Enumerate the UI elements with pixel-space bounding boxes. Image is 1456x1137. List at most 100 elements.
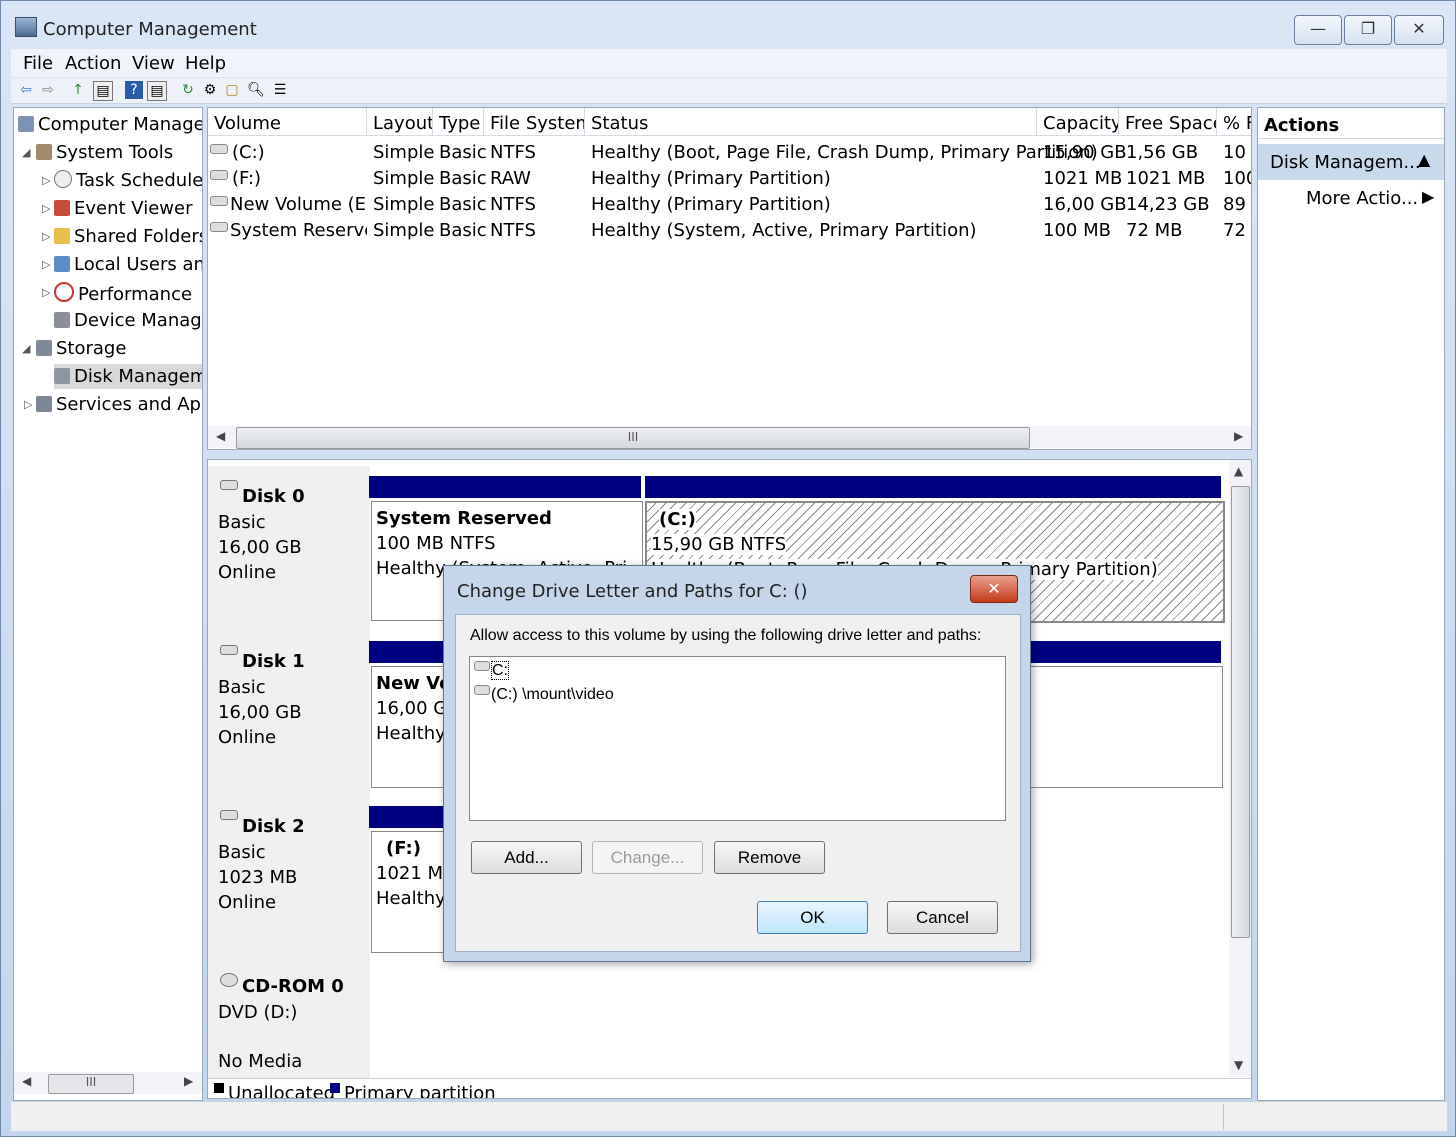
scroll-right-icon[interactable]: ▶ bbox=[1234, 429, 1243, 443]
column-header-volume[interactable]: Volume bbox=[208, 108, 367, 136]
menu-file[interactable]: File bbox=[23, 53, 53, 74]
collapsed-arrow-icon[interactable]: ▷ bbox=[42, 202, 50, 215]
tree-item-services[interactable]: Services and Appli bbox=[36, 394, 202, 415]
ok-button[interactable]: OK bbox=[757, 901, 868, 934]
forward-icon[interactable]: ⇨ bbox=[39, 81, 57, 99]
column-header-file-system[interactable]: File System bbox=[484, 108, 585, 136]
actions-section-disk-management[interactable]: Disk Managem... ▲ bbox=[1258, 144, 1444, 180]
list-item-c[interactable]: C: bbox=[474, 661, 509, 680]
maximize-button[interactable]: ❐ bbox=[1344, 15, 1392, 45]
scroll-right-icon[interactable]: ▶ bbox=[184, 1074, 193, 1088]
disk-management-icon bbox=[54, 368, 70, 384]
menu-view[interactable]: View bbox=[132, 53, 175, 74]
drive-paths-list[interactable]: C: (C:) \mount\video bbox=[469, 656, 1006, 821]
tree-item-label: Local Users and bbox=[74, 254, 203, 275]
disk-2-info[interactable]: Disk 2 Basic 1023 MB Online bbox=[208, 796, 370, 962]
disk-type: DVD (D:) bbox=[218, 1002, 298, 1023]
table-row-cell-volume[interactable]: (F:) bbox=[210, 168, 365, 189]
back-icon[interactable]: ⇦ bbox=[17, 81, 35, 99]
show-hide-tree-icon[interactable]: ▤ bbox=[93, 81, 113, 101]
scroll-thumb[interactable] bbox=[1231, 486, 1250, 938]
properties-icon[interactable]: ⚙ bbox=[201, 81, 219, 99]
tree-item-computer-management[interactable]: Computer Managem bbox=[18, 114, 202, 135]
graphical-vertical-scrollbar[interactable]: ▲ ▼ bbox=[1229, 460, 1251, 1077]
tree-item-system-tools[interactable]: System Tools bbox=[36, 142, 173, 163]
cancel-button[interactable]: Cancel bbox=[887, 901, 998, 934]
tree-item-label: Performance bbox=[78, 284, 193, 305]
expanded-arrow-icon[interactable]: ◢ bbox=[22, 146, 30, 159]
submenu-arrow-icon: ▶ bbox=[1422, 187, 1435, 206]
close-button[interactable]: ✕ bbox=[1394, 15, 1444, 45]
status-divider bbox=[1223, 1104, 1226, 1130]
column-header-percent-free[interactable]: % F bbox=[1217, 108, 1251, 136]
tree-item-device-manager[interactable]: Device Manager bbox=[54, 310, 202, 331]
table-row-cell-volume[interactable]: New Volume (E:) bbox=[210, 194, 367, 215]
expanded-arrow-icon[interactable]: ◢ bbox=[22, 342, 30, 355]
list-item-mount-video[interactable]: (C:) \mount\video bbox=[474, 685, 614, 704]
cell-text: (C:) bbox=[232, 142, 265, 163]
cell-layout: Simple bbox=[373, 220, 435, 241]
cell-text: (F:) bbox=[232, 168, 262, 189]
scroll-thumb[interactable]: III bbox=[236, 427, 1030, 449]
tree-item-event-viewer[interactable]: Event Viewer bbox=[54, 198, 192, 219]
scroll-left-icon[interactable]: ◀ bbox=[216, 429, 225, 443]
collapsed-arrow-icon[interactable]: ▷ bbox=[24, 398, 32, 411]
disk-0-info[interactable]: Disk 0 Basic 16,00 GB Online bbox=[208, 466, 370, 632]
scroll-left-icon[interactable]: ◀ bbox=[22, 1074, 31, 1088]
change-button[interactable]: Change... bbox=[592, 841, 703, 874]
tree-item-local-users[interactable]: Local Users and bbox=[54, 254, 203, 275]
scroll-thumb[interactable]: III bbox=[48, 1074, 134, 1094]
tree-item-disk-management[interactable]: Disk Manageme bbox=[54, 364, 202, 389]
scroll-down-icon[interactable]: ▼ bbox=[1234, 1058, 1243, 1072]
show-hide-action-pane-icon[interactable]: ▤ bbox=[147, 81, 167, 101]
window-title: Computer Management bbox=[43, 19, 257, 40]
column-header-free-space[interactable]: Free Space bbox=[1119, 108, 1217, 136]
collapsed-arrow-icon[interactable]: ▷ bbox=[42, 258, 50, 271]
scroll-up-icon[interactable]: ▲ bbox=[1234, 464, 1243, 478]
collapsed-arrow-icon[interactable]: ▷ bbox=[42, 286, 50, 299]
cell-type: Basic bbox=[439, 168, 487, 189]
primary-partition-bar bbox=[645, 476, 1221, 498]
tree-horizontal-scrollbar[interactable]: ◀ III ▶ bbox=[14, 1072, 202, 1094]
tree-item-label: Disk Manageme bbox=[74, 366, 202, 387]
disk-icon bbox=[220, 645, 238, 655]
disk-name: Disk 2 bbox=[242, 816, 305, 837]
tree-item-task-scheduler[interactable]: Task Scheduler bbox=[54, 170, 202, 191]
remove-button[interactable]: Remove bbox=[714, 841, 825, 874]
refresh-icon[interactable]: ↻ bbox=[179, 81, 197, 99]
cell-file-system: NTFS bbox=[490, 220, 536, 241]
volume-horizontal-scrollbar[interactable]: ◀ III ▶ bbox=[208, 426, 1251, 449]
partition-title: System Reserved bbox=[376, 508, 552, 529]
collapse-up-icon[interactable]: ▲ bbox=[1418, 150, 1430, 169]
add-button[interactable]: Add... bbox=[471, 841, 582, 874]
volume-icon bbox=[210, 222, 228, 232]
cell-capacity: 16,00 GB bbox=[1043, 194, 1127, 215]
tree-item-shared-folders[interactable]: Shared Folders bbox=[54, 226, 202, 247]
collapsed-arrow-icon[interactable]: ▷ bbox=[42, 174, 50, 187]
tree-item-performance[interactable]: Performance bbox=[54, 282, 192, 305]
column-header-type[interactable]: Type bbox=[433, 108, 484, 136]
partition-f[interactable]: (F:) 1021 MB Healthy ( bbox=[371, 831, 453, 953]
disk-1-info[interactable]: Disk 1 Basic 16,00 GB Online bbox=[208, 631, 370, 797]
column-header-capacity[interactable]: Capacity bbox=[1037, 108, 1119, 136]
dialog-close-button[interactable]: ✕ bbox=[970, 575, 1018, 603]
tree-item-storage[interactable]: Storage bbox=[36, 338, 126, 359]
minimize-button[interactable]: — bbox=[1294, 15, 1342, 45]
cdrom-0-info[interactable]: CD-ROM 0 DVD (D:) No Media bbox=[208, 961, 370, 1082]
open-folder-icon[interactable]: ▢ bbox=[223, 81, 241, 99]
collapsed-arrow-icon[interactable]: ▷ bbox=[42, 230, 50, 243]
maximize-icon: ❐ bbox=[1360, 19, 1376, 38]
table-row-cell-volume[interactable]: (C:) bbox=[210, 142, 365, 163]
cell-status: Healthy (Primary Partition) bbox=[591, 194, 831, 215]
column-header-layout[interactable]: Layout bbox=[367, 108, 433, 136]
cell-layout: Simple bbox=[373, 168, 435, 189]
menu-help[interactable]: Help bbox=[185, 53, 226, 74]
more-actions-item[interactable]: More Actio... ▶ bbox=[1258, 184, 1444, 214]
search-icon[interactable]: 🔍︎ bbox=[247, 81, 265, 99]
help-icon[interactable]: ? bbox=[125, 81, 143, 99]
table-row-cell-volume[interactable]: System Reserved bbox=[210, 220, 367, 241]
disk-properties-icon[interactable]: ☰ bbox=[271, 81, 289, 99]
column-header-status[interactable]: Status bbox=[585, 108, 1037, 136]
menu-action[interactable]: Action bbox=[65, 53, 121, 74]
up-folder-icon[interactable]: ↑ bbox=[69, 81, 87, 99]
